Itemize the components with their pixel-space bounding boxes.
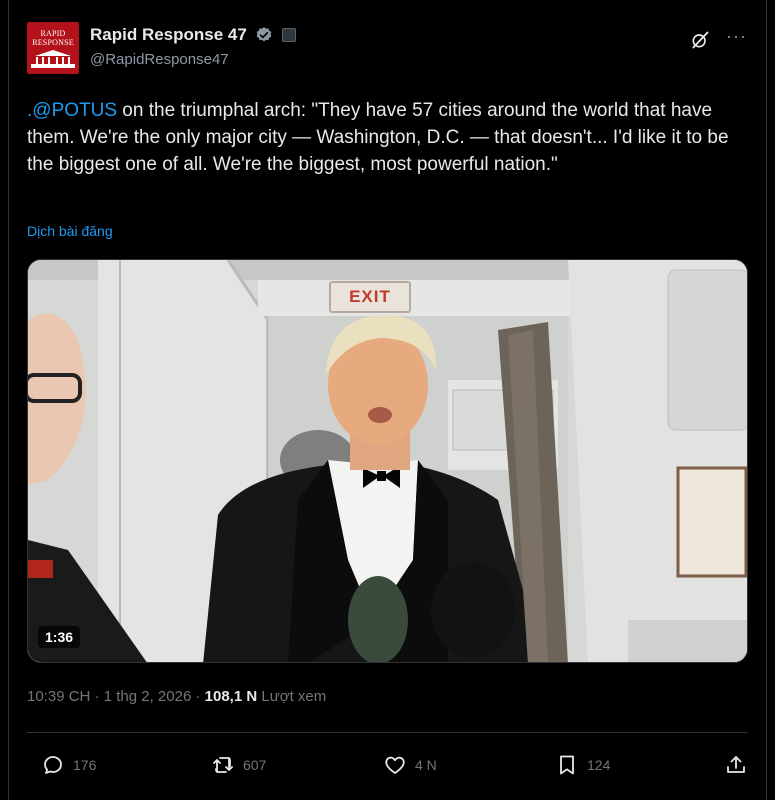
more-options-icon[interactable]: ···: [726, 27, 748, 48]
video-player[interactable]: EXIT 1:36: [27, 259, 748, 663]
video-frame: [28, 260, 747, 662]
repost-count: 607: [243, 757, 267, 773]
account-names: Rapid Response 47 @RapidResponse47: [90, 25, 296, 68]
exit-sign: EXIT: [349, 287, 391, 306]
reply-icon: [44, 756, 62, 774]
display-name[interactable]: Rapid Response 47: [90, 25, 247, 45]
post-time[interactable]: 10:39 CH: [27, 688, 90, 705]
affiliation-badge-icon[interactable]: [281, 28, 296, 42]
tweet-body: on the triumphal arch: "They have 57 cit…: [27, 100, 729, 175]
tweet-card: RAPID RESPONSE Rapid Response 47 @RapidR…: [8, 0, 767, 800]
divider: [27, 732, 748, 733]
tweet-text: .@POTUS on the triumphal arch: "They hav…: [27, 97, 749, 178]
grok-icon[interactable]: [690, 30, 710, 50]
views-count: 108,1 N: [204, 688, 258, 705]
meta-separator: ·: [94, 688, 100, 705]
mention-link[interactable]: .@POTUS: [27, 100, 117, 121]
building-icon: [31, 50, 75, 68]
tweet-meta: 10:39 CH · 1 thg 2, 2026 · 108,1 N Lượt …: [27, 688, 326, 705]
avatar[interactable]: RAPID RESPONSE: [27, 22, 79, 74]
meta-separator: ·: [195, 688, 201, 705]
like-button[interactable]: 4 N: [383, 752, 437, 778]
repost-icon: [213, 757, 233, 773]
share-icon: [727, 756, 745, 773]
translate-post-link[interactable]: Dịch bài đăng: [27, 223, 113, 239]
account-handle[interactable]: @RapidResponse47: [90, 51, 296, 68]
bookmark-count: 124: [587, 757, 611, 773]
post-date[interactable]: 1 thg 2, 2026: [104, 688, 192, 705]
action-bar: 176 607 4 N 124: [27, 748, 748, 784]
avatar-logo-text: RAPID RESPONSE: [32, 29, 74, 47]
share-button[interactable]: [724, 752, 748, 778]
bookmark-button[interactable]: 124: [555, 752, 610, 778]
tweet-header: RAPID RESPONSE Rapid Response 47 @RapidR…: [27, 18, 748, 78]
heart-icon: [385, 756, 405, 774]
video-duration-badge: 1:36: [38, 626, 81, 648]
repost-button[interactable]: 607: [211, 752, 266, 778]
views-label: Lượt xem: [261, 688, 327, 705]
like-count: 4 N: [415, 757, 437, 773]
reply-button[interactable]: 176: [41, 752, 96, 778]
bookmark-icon: [560, 755, 574, 775]
verified-badge-icon[interactable]: [255, 26, 273, 44]
reply-count: 176: [73, 757, 97, 773]
